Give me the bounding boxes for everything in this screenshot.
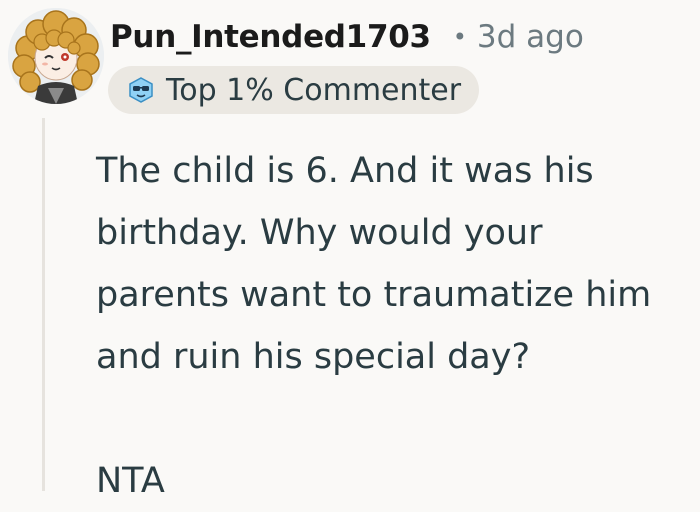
username-link[interactable]: Pun_Intended1703 <box>110 19 431 55</box>
sunglasses-face-icon <box>126 75 156 105</box>
thread-line[interactable] <box>42 118 45 491</box>
comment-body: The child is 6. And it was his birthday.… <box>96 140 696 512</box>
commenter-badge[interactable]: Top 1% Commenter <box>108 66 480 114</box>
comment-header: Pun_Intended1703 • 3d ago <box>110 14 584 60</box>
comment-verdict: NTA <box>96 461 165 501</box>
paragraph-spacer <box>96 388 696 450</box>
meta-separator: • <box>452 23 467 51</box>
comment-body-line: The child is 6. And it was his <box>96 151 594 191</box>
avatar-illustration-icon <box>8 8 104 104</box>
comment-body-line: and ruin his special day? <box>96 337 531 377</box>
avatar[interactable] <box>8 8 104 104</box>
comment: Pun_Intended1703 • 3d ago Top 1% Comment… <box>0 0 700 501</box>
timestamp[interactable]: 3d ago <box>477 19 584 55</box>
comment-body-line: birthday. Why would your <box>96 213 543 253</box>
comment-body-line: parents want to traumatize him <box>96 275 652 315</box>
badge-label: Top 1% Commenter <box>166 72 462 108</box>
